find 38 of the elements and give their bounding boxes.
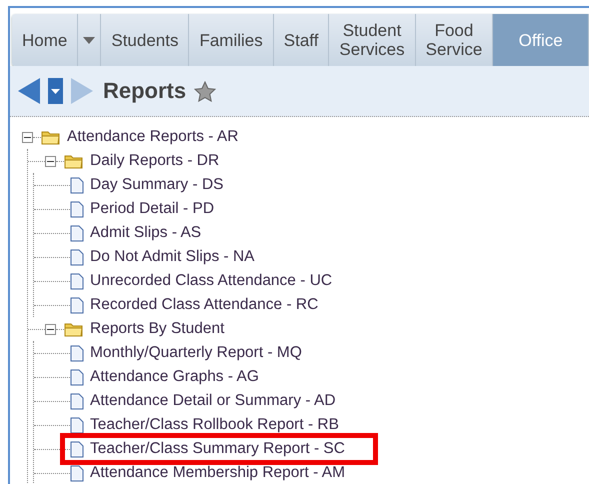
report-link[interactable]: Attendance Membership Report - AM [90,464,346,482]
folder-icon [41,130,61,144]
document-icon [70,440,84,458]
document-icon [70,200,84,218]
report-link[interactable]: Teacher/Class Summary Report - SC [90,440,345,458]
report-link[interactable]: Unrecorded Class Attendance - UC [90,272,332,290]
document-icon [70,368,84,386]
document-icon [70,464,84,482]
document-icon [70,272,84,290]
page-title: Reports [103,78,186,104]
report-link[interactable]: Do Not Admit Slips - NA [90,248,255,266]
report-link[interactable]: Admit Slips - AS [90,224,202,242]
folder-label[interactable]: Daily Reports - DR [90,152,220,170]
report-link[interactable]: Recorded Class Attendance - RC [90,296,318,314]
folder-icon [64,322,84,336]
document-icon [70,416,84,434]
folder-label[interactable]: Attendance Reports - AR [67,128,238,146]
document-icon [70,344,84,362]
document-icon [70,296,84,314]
document-icon [70,224,84,242]
collapse-toggle[interactable] [45,324,56,334]
report-link[interactable]: Attendance Detail or Summary - AD [90,392,336,410]
report-link[interactable]: Period Detail - PD [90,200,214,218]
document-icon [70,248,84,266]
folder-label[interactable]: Reports By Student [90,320,224,338]
report-link[interactable]: Day Summary - DS [90,176,224,194]
caret-icon [83,36,96,44]
report-link[interactable]: Attendance Graphs - AG [90,368,259,386]
document-icon [70,176,84,194]
collapse-toggle[interactable] [22,132,33,142]
folder-icon [64,154,84,168]
dropdown-icon[interactable] [48,78,63,104]
collapse-toggle[interactable] [45,156,56,166]
back-arrow-icon[interactable] [18,78,40,104]
report-link[interactable]: Teacher/Class Rollbook Report - RB [90,416,339,434]
report-link[interactable]: Monthly/Quarterly Report - MQ [90,344,302,362]
star-icon[interactable] [194,80,216,102]
document-icon [70,392,84,410]
